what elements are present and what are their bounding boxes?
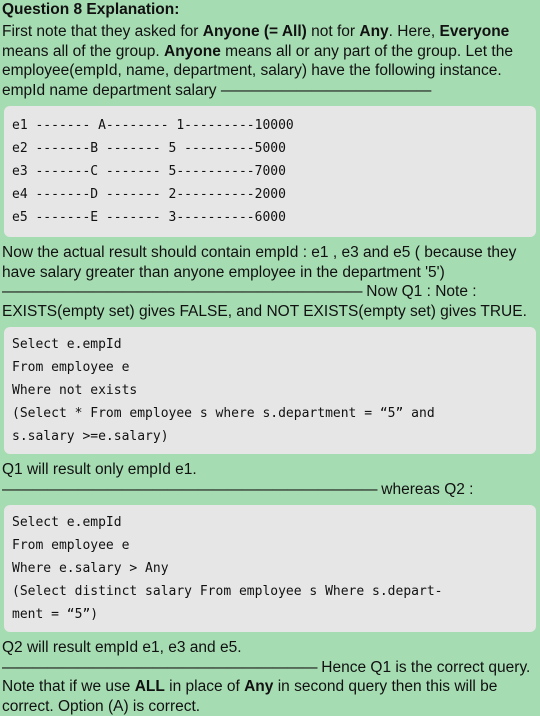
conclusion-text-1: Q2 will result empId e1, e3 and e5. <box>2 639 242 656</box>
everyone-term: Everyone <box>439 23 510 40</box>
table-row: e1 ------- A-------- 1---------10000 <box>12 118 294 133</box>
any-term-2: Any <box>244 678 274 695</box>
q2-code-block: Select e.empId From employee e Where e.sal… <box>4 505 536 632</box>
code-line: Select e.empId <box>12 337 122 352</box>
code-line: From employee e <box>12 360 130 375</box>
explanation-page: Question 8 Explanation: First note that … <box>0 1 540 716</box>
code-line: s.salary >=e.salary) <box>12 429 169 444</box>
middle-dashes-1: —————— <box>2 283 93 300</box>
any-term: Any <box>359 23 389 40</box>
middle-paragraph: Now the actual result should contain emp… <box>2 243 538 321</box>
anyone-term: Anyone <box>164 42 221 60</box>
middle-dashes-2: —————————————————— <box>92 283 363 300</box>
conclusion-dashes: ————————————————————— <box>2 658 318 676</box>
code-line: (Select distinct salary From employee s … <box>12 584 443 599</box>
table-row: e5 -------E ------- 3----------6000 <box>12 210 286 225</box>
conclusion-paragraph: Q2 will result empId e1, e3 and e5. ————… <box>2 638 538 716</box>
employee-table-block: e1 ------- A-------- 1---------10000 e2 -… <box>4 106 536 237</box>
q1-result-paragraph: Q1 will result only empId e1. ——————————… <box>2 460 538 499</box>
q1-result-tail: whereas Q2 : <box>377 480 474 498</box>
page-title: Question 8 Explanation: <box>2 1 180 18</box>
code-line: Where not exists <box>12 383 138 398</box>
code-line: From employee e <box>12 538 130 553</box>
intro-paragraph: First note that they asked for Anyone (=… <box>2 22 538 100</box>
table-header-line: empId name department salary <box>2 81 221 99</box>
code-line: (Select * From employee s where s.depart… <box>12 406 435 421</box>
table-row: e2 -------B ------- 5 ---------5000 <box>12 141 286 156</box>
table-row: e3 -------C ------- 5----------7000 <box>12 164 286 179</box>
all-term: ALL <box>134 678 165 695</box>
q1-code-block: Select e.empId From employee e Where not e… <box>4 327 536 454</box>
q1-result-text: Q1 will result only empId e1. <box>2 461 197 478</box>
intro-text-1: First note that they asked for <box>2 23 203 40</box>
code-line: ment = “5”) <box>12 607 99 622</box>
code-line: Where e.salary > Any <box>12 561 169 576</box>
q1-result-dashes: ————————————————————————— <box>2 480 378 498</box>
middle-text-1: Now the actual result should contain emp… <box>2 244 517 281</box>
intro-text-4: means all of the group. <box>2 42 164 60</box>
code-line: Select e.empId <box>12 515 122 530</box>
table-row: e4 -------D ------- 2----------2000 <box>12 187 286 202</box>
table-header-dashes: —————————————— <box>220 81 432 99</box>
anyone-all-term: Anyone (= All) <box>202 23 307 40</box>
intro-text-3: . Here, <box>388 23 440 40</box>
conclusion-text-3: in place of <box>164 678 245 695</box>
intro-text-2: not for <box>306 23 360 40</box>
